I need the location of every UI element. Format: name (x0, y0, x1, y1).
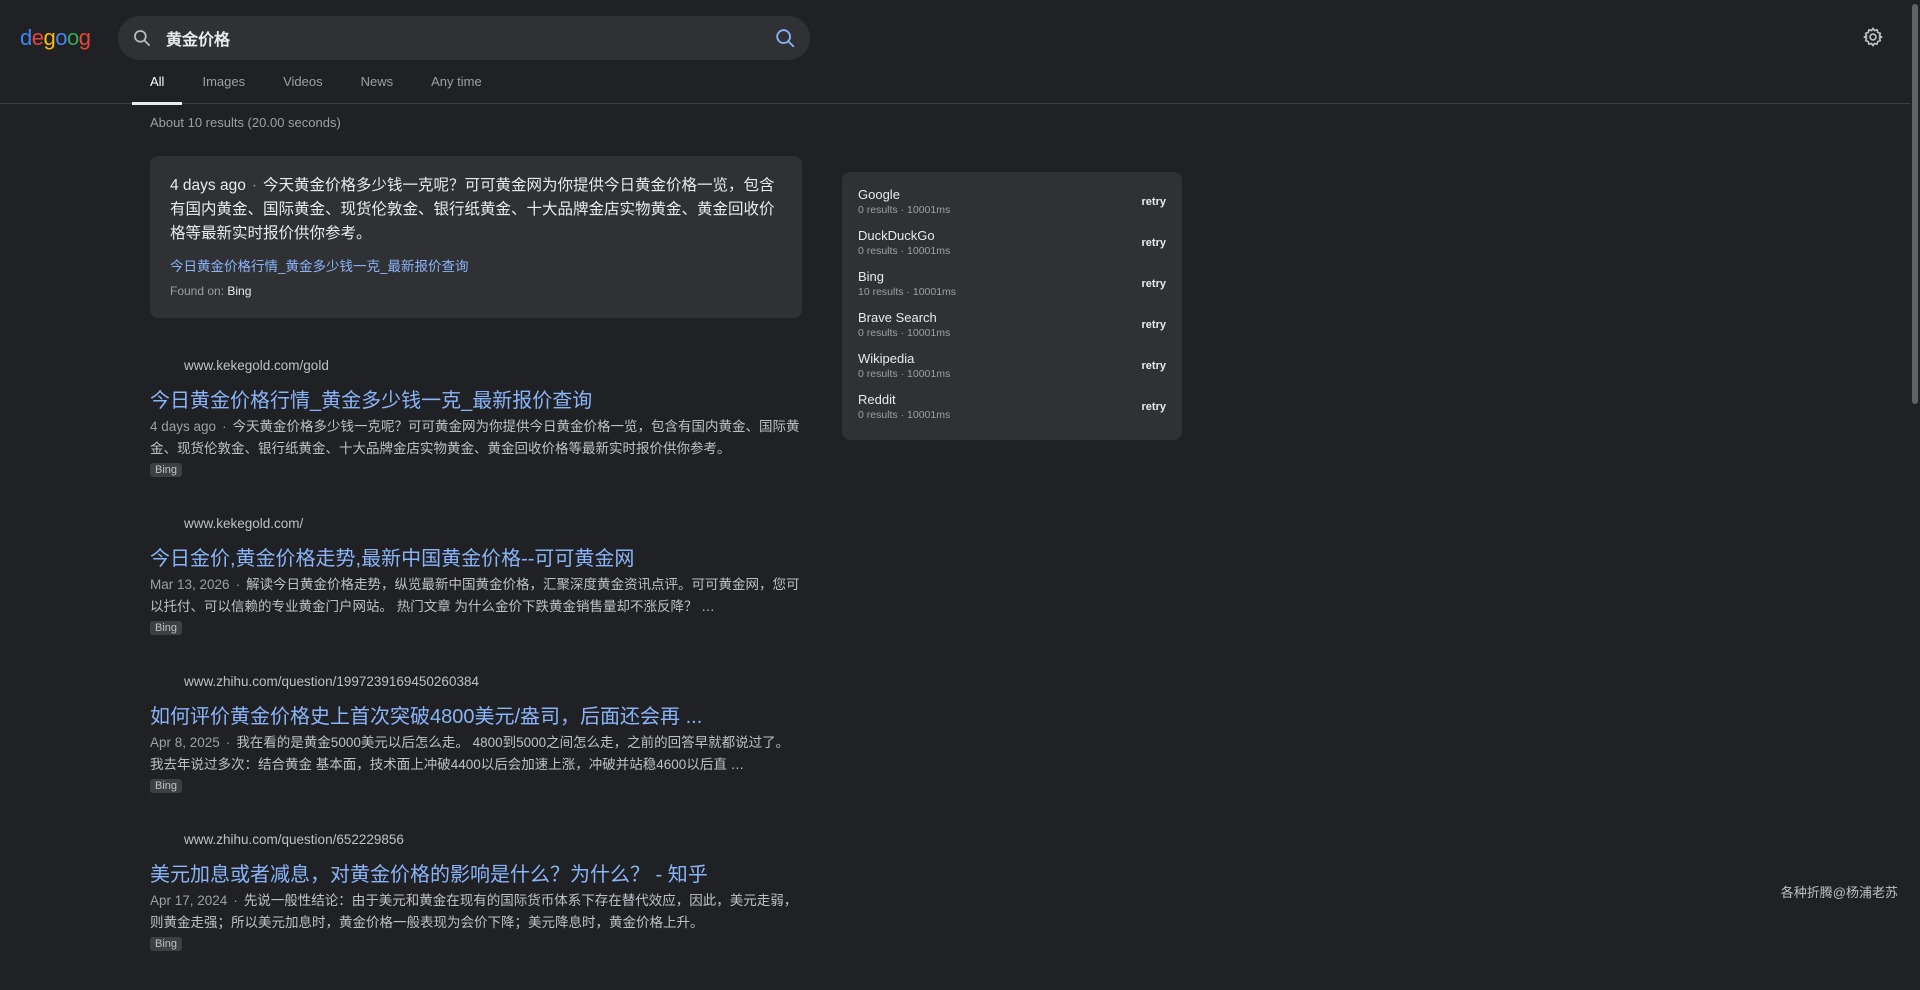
logo-letter: d (20, 25, 32, 51)
result-snippet: 4 days ago ·今天黄金价格多少钱一克呢？可可黄金网为你提供今日黄金价格一… (150, 416, 802, 460)
top-header: d e g o o g All Images Videos (0, 0, 1920, 104)
retry-button[interactable]: retry (1142, 278, 1166, 290)
page-scrollbar[interactable] (1910, 0, 1920, 919)
result-date: 4 days ago (150, 419, 216, 434)
engine-badge: Bing (150, 937, 182, 951)
result-snippet-body: 解读今日黄金价格走势，纵览最新中国黄金价格，汇聚深度黄金资讯点评。可可黄金网，您… (150, 577, 800, 614)
logo-letter: g (44, 25, 56, 51)
tab-news[interactable]: News (361, 64, 394, 104)
watermark: 各种折腾@杨浦老苏 (1781, 882, 1898, 901)
retry-button[interactable]: retry (1142, 360, 1166, 372)
engine-row-bing: Bing 10 results · 10001ms retry (858, 266, 1166, 307)
retry-button[interactable]: retry (1142, 401, 1166, 413)
result-url: www.zhihu.com/question/652229856 (184, 832, 802, 850)
engine-row-brave-search: Brave Search 0 results · 10001ms retry (858, 307, 1166, 348)
result-title-link[interactable]: 美元加息或者减息，对黄金价格的影响是什么？为什么？ - 知乎 (150, 858, 802, 886)
result-snippet: Mar 13, 2026 ·解读今日黄金价格走势，纵览最新中国黄金价格，汇聚深度黄… (150, 574, 802, 618)
engine-meta: 0 results · 10001ms (858, 204, 1166, 216)
result-title-link[interactable]: 今日金价,黄金价格走势,最新中国黄金价格--可可黄金网 (150, 542, 802, 570)
result-item: www.zhihu.com/question/19972391694502603… (150, 674, 802, 832)
engine-meta: 0 results · 10001ms (858, 368, 1166, 380)
result-item: www.zhihu.com/question/652229856 美元加息或者减… (150, 832, 802, 990)
featured-found-on: Found on: Bing (170, 284, 782, 298)
logo-letter: o (55, 25, 67, 51)
engine-row-duckduckgo: DuckDuckGo 0 results · 10001ms retry (858, 225, 1166, 266)
logo-letter: g (79, 25, 91, 51)
result-snippet-body: 今天黄金价格多少钱一克呢？可可黄金网为你提供今日黄金价格一览，包含有国内黄金、国… (150, 419, 800, 456)
retry-button[interactable]: retry (1142, 196, 1166, 208)
featured-snippet-body: 今天黄金价格多少钱一克呢？可可黄金网为你提供今日黄金价格一览，包含有国内黄金、国… (170, 177, 775, 242)
separator-dot: · (252, 177, 257, 194)
result-url: www.kekegold.com/ (184, 516, 802, 534)
result-date: Apr 8, 2025 (150, 735, 220, 750)
found-on-label: Found on: (170, 284, 224, 298)
result-snippet-body: 我在看的是黄金5000美元以后怎么走。 4800到5000之间怎么走，之前的回答… (150, 735, 789, 772)
logo-letter: o (67, 25, 79, 51)
site-logo[interactable]: d e g o o g (20, 25, 91, 51)
tab-videos[interactable]: Videos (283, 64, 323, 104)
featured-date: 4 days ago (170, 177, 246, 194)
retry-button[interactable]: retry (1142, 237, 1166, 249)
featured-snippet-text: 4 days ago ·今天黄金价格多少钱一克呢？可可黄金网为你提供今日黄金价格一… (170, 174, 782, 246)
search-icon (132, 28, 152, 48)
search-button[interactable] (774, 27, 796, 49)
search-input[interactable] (164, 23, 744, 53)
tab-all[interactable]: All (150, 64, 164, 104)
result-snippet: Apr 8, 2025 ·我在看的是黄金5000美元以后怎么走。 4800到500… (150, 732, 802, 776)
settings-button[interactable] (1862, 26, 1884, 48)
engine-meta: 0 results · 10001ms (858, 409, 1166, 421)
tab-any-time[interactable]: Any time (431, 64, 482, 104)
engine-name: Bing (858, 266, 1166, 284)
scrollbar-thumb[interactable] (1912, 4, 1918, 404)
search-icon (774, 27, 796, 49)
result-snippet: Apr 17, 2024 ·先说一般性结论：由于美元和黄金在现有的国际货币体系下存… (150, 890, 802, 934)
result-item: www.kekegold.com/gold 今日黄金价格行情_黄金多少钱一克_最… (150, 358, 802, 516)
result-title-link[interactable]: 如何评价黄金价格史上首次突破4800美元/盎司，后面还会再 ... (150, 700, 802, 728)
search-box (118, 16, 810, 60)
engine-name: DuckDuckGo (858, 225, 1166, 243)
gear-icon (1862, 26, 1884, 48)
result-item: www.kekegold.com/ 今日金价,黄金价格走势,最新中国黄金价格--… (150, 516, 802, 674)
result-stats: About 10 results (20.00 seconds) (150, 115, 341, 130)
separator-dot: · (233, 893, 238, 908)
engine-badge: Bing (150, 779, 182, 793)
engine-name: Reddit (858, 389, 1166, 407)
engine-name: Brave Search (858, 307, 1166, 325)
engines-status-panel: Google 0 results · 10001ms retry DuckDuc… (842, 172, 1182, 440)
results-list: www.kekegold.com/gold 今日黄金价格行情_黄金多少钱一克_最… (150, 358, 802, 990)
retry-button[interactable]: retry (1142, 319, 1166, 331)
result-date: Mar 13, 2026 (150, 577, 230, 592)
separator-dot: · (222, 419, 227, 434)
engine-meta: 10 results · 10001ms (858, 286, 1166, 298)
search-tabs: All Images Videos News Any time (150, 64, 520, 104)
engine-row-wikipedia: Wikipedia 0 results · 10001ms retry (858, 348, 1166, 389)
engine-badge: Bing (150, 463, 182, 477)
featured-link[interactable]: 今日黄金价格行情_黄金多少钱一克_最新报价查询 (170, 255, 782, 275)
tab-images[interactable]: Images (202, 64, 245, 104)
result-date: Apr 17, 2024 (150, 893, 227, 908)
found-on-engine: Bing (227, 284, 251, 298)
result-title-link[interactable]: 今日黄金价格行情_黄金多少钱一克_最新报价查询 (150, 384, 802, 412)
result-url: www.kekegold.com/gold (184, 358, 802, 376)
engine-row-reddit: Reddit 0 results · 10001ms retry (858, 389, 1166, 430)
result-snippet-body: 先说一般性结论：由于美元和黄金在现有的国际货币体系下存在替代效应，因此，美元走弱… (150, 893, 797, 930)
featured-snippet: 4 days ago ·今天黄金价格多少钱一克呢？可可黄金网为你提供今日黄金价格一… (150, 156, 802, 318)
engine-meta: 0 results · 10001ms (858, 245, 1166, 257)
engine-meta: 0 results · 10001ms (858, 327, 1166, 339)
separator-dot: · (236, 577, 241, 592)
logo-letter: e (32, 25, 44, 51)
engine-row-google: Google 0 results · 10001ms retry (858, 184, 1166, 225)
engine-name: Google (858, 184, 1166, 202)
engine-name: Wikipedia (858, 348, 1166, 366)
result-url: www.zhihu.com/question/19972391694502603… (184, 674, 802, 692)
engine-badge: Bing (150, 621, 182, 635)
separator-dot: · (226, 735, 231, 750)
